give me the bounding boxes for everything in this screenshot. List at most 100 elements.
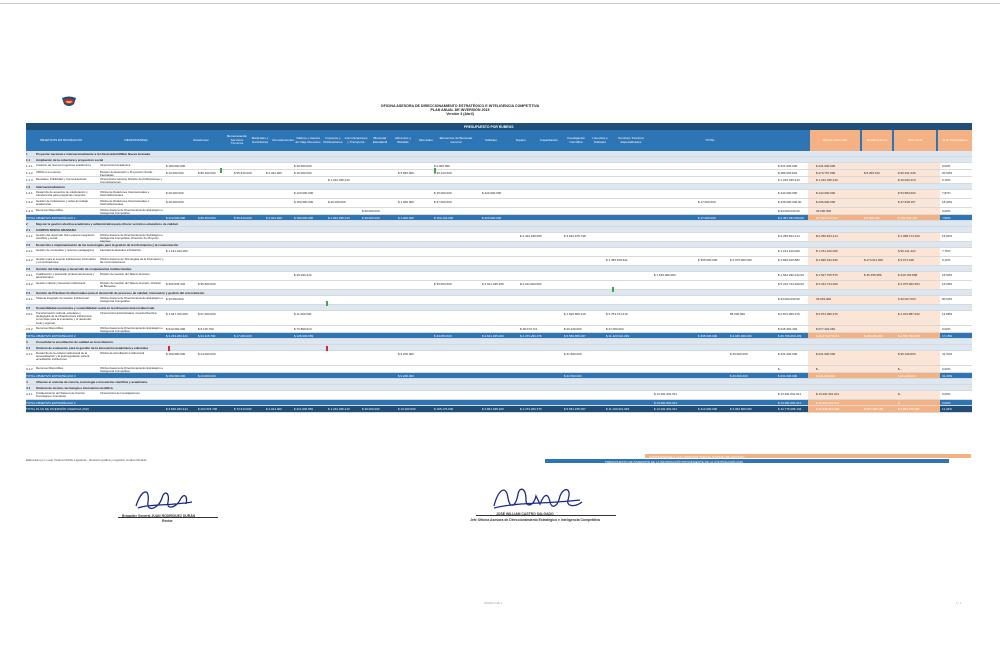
cell-c17: $ 395.000.000: [698, 333, 718, 338]
cell-c5: $ 55.610.000: [234, 215, 252, 220]
cell-c22: $ -: [898, 400, 902, 405]
cell-c3: $ 1.151.100.000: [166, 248, 188, 253]
cell-c22: $ 4.556.593.058: [898, 333, 920, 338]
cell-c20: $ 270.757.000: [816, 170, 836, 175]
cell-c23: 0,15%: [942, 177, 951, 182]
column-header-22: Valor Final: [894, 130, 936, 151]
cell-c9: $ 30.000.000: [362, 406, 380, 411]
cell-c18: $ 3.026.000.000: [730, 333, 752, 338]
rector-role: Rector: [162, 519, 173, 523]
prepared-by-note: Elaborado por: Lady Viviana Murillo Ligi…: [26, 458, 147, 462]
cell-c1: Afianzar el sistema de ciencia, tecnolog…: [36, 379, 148, 384]
cell-c19: $ 26.796.063.439: [778, 333, 802, 338]
cell-c2: División de Gestión del Talento Humano, …: [100, 280, 162, 288]
cell-c4: $ 204.515.790: [198, 406, 218, 411]
cell-c0: TOTAL OBJETIVO ESTRATÉGICO 3: [26, 373, 76, 378]
cell-c1: Sistema Integrado de Gestión Institucion…: [36, 295, 89, 300]
cell-c11: $ 37.000.000: [434, 199, 452, 204]
cell-c0: 2.5.1: [26, 311, 33, 316]
cell-c21: $ 473.611.605: [864, 257, 883, 262]
cell-c21: $ 499.069.991: [864, 333, 884, 338]
cell-c23: 7,99%: [942, 215, 951, 220]
column-header-17: Licencias y Software: [592, 135, 608, 144]
cell-c20: $ 2.524.112.210: [816, 215, 838, 220]
cell-c11: $ 15.000.000: [434, 190, 452, 195]
cell-c12: $ 3.641.335.209: [482, 333, 504, 338]
cell-c23: 18,00%: [942, 199, 953, 204]
cell-c14: $ 5.591.155.067: [564, 406, 586, 411]
cell-c18: $ 26.600.000: [730, 373, 748, 378]
cell-c20: $ 42.625.852.036: [816, 406, 840, 411]
blue-note-bar: PRESUPUESTO DE INVERSIÓN DE LA INFORMACI…: [545, 459, 949, 464]
cell-c14: $ 1.926.550.319: [564, 311, 586, 316]
cell-c4: $ 86.400.000: [198, 170, 216, 175]
cell-c0: 2.4.1: [26, 296, 33, 301]
cell-c3: $ 542.000.000: [166, 326, 186, 331]
cell-c23: 15,90%: [942, 272, 953, 277]
cell-c19: $ 1.151.100.000: [778, 248, 800, 253]
column-header-row: OBJETIVOS ESTRATÉGICOS RESPONSABLE Dotacio…: [26, 130, 972, 151]
cell-c9: $ 30.000.000: [362, 208, 380, 213]
table-row: 1.2.2 Gestión de invitaciones y redes de …: [26, 199, 972, 208]
cell-c0: 1.1.1: [26, 163, 33, 168]
column-header-5: Arrendamientos: [272, 137, 294, 142]
cell-c0: 2.2.2: [26, 257, 33, 262]
cell-c23: 15,82%: [942, 233, 953, 238]
cell-c7: $ 311.009.659: [294, 406, 313, 411]
cell-c6: $ 2.044.000: [266, 406, 282, 411]
column-header-19: TOTAL: [705, 137, 715, 142]
cell-c1: Mercadeo, Publicidad y Comunicaciones: [36, 176, 87, 181]
cell-c2: Facultad de Estudios a Distancia: [100, 247, 141, 252]
cell-c7: $ 46.290.442: [294, 272, 312, 277]
table-row: 2.5.1 Transformación cultural, educativa …: [26, 311, 972, 326]
status-chip: [168, 346, 170, 351]
cell-c13: $ 2.011.000.000: [520, 281, 542, 286]
table-row: 3.1.1 Desarrollo de la cultura institucio…: [26, 351, 972, 366]
cell-c1: Desarrollo de acuerdos de colaboración y…: [36, 189, 88, 197]
cell-c21: $ 8.265.162: [864, 170, 880, 175]
column-header-9: Bienestar Estudiantil: [372, 135, 388, 144]
cell-c5: $ 17.000.000: [234, 333, 252, 338]
cell-c4: $ 24.000.000: [198, 351, 216, 356]
cell-c1: Transformación cultural, educativa y ped…: [36, 310, 92, 325]
table-row: 2.4.1 Sistema Integrado de Gestión Instit…: [26, 296, 972, 305]
status-chip: [326, 301, 328, 306]
cell-c23: 11,34%: [942, 406, 952, 411]
cell-c19: $ 4.826.616.883: [778, 257, 800, 262]
cell-c19: $ 236.000.000,00: [778, 199, 802, 204]
cell-c3: $ 10.000.000: [166, 170, 184, 175]
cell-c3: $ 150.000.000: [166, 351, 186, 356]
cell-c15: $ 11.120.921.049: [606, 333, 630, 338]
cell-c20: $ 1.527.705.576: [816, 272, 838, 277]
cell-c18: $ 26.600.000: [730, 351, 748, 356]
cell-c2: Vicerrectoría de Investigaciones: [100, 390, 140, 395]
cell-c7: $ 70.899.619: [294, 326, 312, 331]
cell-c22: $ 181.556.446: [898, 215, 918, 220]
cell-c11: $ 33.053.600: [434, 333, 452, 338]
cell-c13: $ 28.073.711: [520, 326, 538, 331]
cell-c6: $ 2.044.000: [266, 170, 282, 175]
cell-c0: 2.5.2: [26, 326, 33, 331]
column-header-8: Comunicaciones y Transporte: [344, 135, 368, 144]
cell-c0: 1.2.2: [26, 199, 33, 204]
column-header-0: OBJETIVOS ESTRATÉGICOS: [39, 137, 83, 142]
cell-c0: 2: [26, 221, 28, 226]
cell-c11: $ 33.053.600: [434, 281, 452, 286]
cell-c0: 3.1.2: [26, 366, 33, 371]
cell-c0: 2.2.1: [26, 248, 33, 253]
university-logo: [62, 96, 76, 106]
cell-c3: $ 300.535.432: [166, 281, 186, 286]
cell-c22: $ 96.126.663: [898, 373, 916, 378]
column-header-3: Remuneración Servicios Técnicos: [226, 134, 248, 146]
cell-c19: $ 1.240.335.210: [778, 177, 800, 182]
cell-c20: $ -: [816, 366, 820, 371]
table-row: 2.1.1 Gestión del desarrollo físico para …: [26, 233, 972, 243]
cell-c3: $ 210.000.000: [166, 215, 186, 220]
cell-c3: $ 3.233.263.444: [166, 333, 188, 338]
cell-c1: Sostenibilidad económica y sostenibilida…: [36, 305, 155, 310]
cell-c0: 1.1: [26, 157, 31, 162]
cell-c0: TOTAL OBJETIVO ESTRATÉGICO 2: [26, 333, 76, 338]
corner-mark: 1 / 1: [956, 602, 962, 605]
cell-c19: $ 42.776.086.102: [778, 406, 802, 411]
cell-c1: UMNG a su entorno: [36, 169, 61, 174]
